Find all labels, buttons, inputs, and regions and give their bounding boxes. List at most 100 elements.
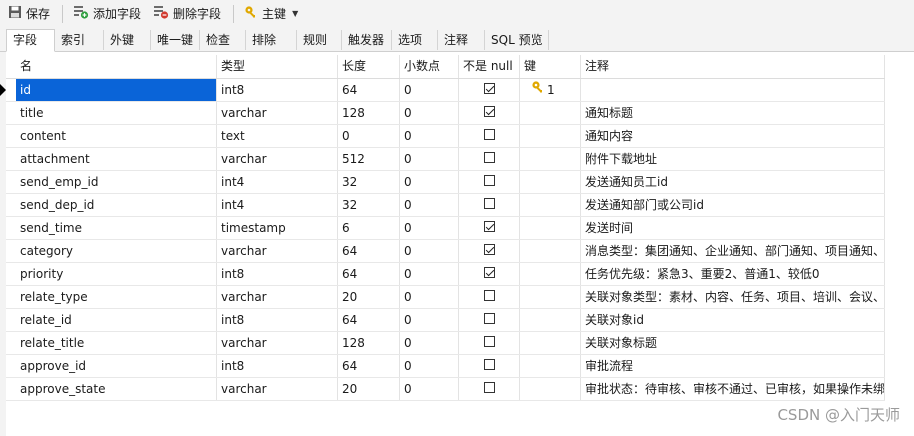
col-decimal-cell[interactable]: 0 [400, 102, 459, 124]
not-null-checkbox[interactable] [484, 152, 495, 163]
col-comment-cell[interactable]: 附件下载地址 [581, 148, 885, 170]
primary-key-button[interactable]: 主键 ▼ [240, 3, 302, 25]
tab-9[interactable]: 注释 [438, 30, 485, 50]
col-length-cell[interactable]: 64 [338, 355, 400, 377]
col-name-cell[interactable]: id [16, 79, 217, 101]
col-type-cell[interactable]: int8 [217, 79, 338, 101]
col-type-cell[interactable]: varchar [217, 148, 338, 170]
tab-6[interactable]: 规则 [297, 30, 342, 50]
col-comment-cell[interactable]: 关联对象类型：素材、内容、任务、项目、培训、会议、 [581, 286, 885, 308]
table-row[interactable]: attachment varchar 512 0 附件下载地址 [6, 148, 885, 171]
col-length-cell[interactable]: 20 [338, 286, 400, 308]
table-row[interactable]: approve_id int8 64 0 审批流程 [6, 355, 885, 378]
col-key-cell[interactable] [520, 194, 581, 216]
table-row[interactable]: approve_state varchar 20 0 审批状态：待审核、审核不通过、已审… [6, 378, 885, 401]
col-key-cell[interactable] [520, 148, 581, 170]
col-key-cell[interactable] [520, 125, 581, 147]
header-col-type[interactable]: 类型 [217, 55, 338, 78]
col-name-cell[interactable]: approve_state [16, 378, 217, 400]
dropdown-arrow-icon[interactable]: ▼ [292, 9, 298, 18]
col-type-cell[interactable]: timestamp [217, 217, 338, 239]
col-name-cell[interactable]: relate_title [16, 332, 217, 354]
col-name-cell[interactable]: category [16, 240, 217, 262]
col-key-cell[interactable] [520, 309, 581, 331]
col-comment-cell[interactable]: 通知内容 [581, 125, 885, 147]
col-key-cell[interactable]: 1 [520, 79, 581, 101]
col-key-cell[interactable] [520, 286, 581, 308]
table-row[interactable]: category varchar 64 0 消息类型：集团通知、企业通知、部门通知、项目… [6, 240, 885, 263]
tab-3[interactable]: 唯一键 [151, 30, 200, 50]
table-row[interactable]: relate_id int8 64 0 关联对象id [6, 309, 885, 332]
col-type-cell[interactable]: int8 [217, 355, 338, 377]
col-comment-cell[interactable]: 关联对象id [581, 309, 885, 331]
table-row[interactable]: priority int8 64 0 任务优先级：紧急3、重要2、普通1、较低0 [6, 263, 885, 286]
col-name-cell[interactable]: approve_id [16, 355, 217, 377]
col-type-cell[interactable]: int8 [217, 263, 338, 285]
delete-field-button[interactable]: 删除字段 [149, 3, 225, 25]
col-name-cell[interactable]: send_dep_id [16, 194, 217, 216]
col-name-cell[interactable]: relate_type [16, 286, 217, 308]
not-null-checkbox[interactable] [484, 313, 495, 324]
not-null-checkbox[interactable] [484, 290, 495, 301]
col-name-cell[interactable]: send_emp_id [16, 171, 217, 193]
not-null-checkbox[interactable] [484, 106, 495, 117]
col-comment-cell[interactable]: 消息类型：集团通知、企业通知、部门通知、项目通知、 [581, 240, 885, 262]
col-comment-cell[interactable]: 审批状态：待审核、审核不通过、已审核，如果操作未绑 [581, 378, 885, 400]
col-length-cell[interactable]: 32 [338, 194, 400, 216]
col-key-cell[interactable] [520, 332, 581, 354]
col-length-cell[interactable]: 512 [338, 148, 400, 170]
not-null-checkbox[interactable] [484, 83, 495, 94]
col-comment-cell[interactable]: 发送通知部门或公司id [581, 194, 885, 216]
col-decimal-cell[interactable]: 0 [400, 240, 459, 262]
not-null-checkbox[interactable] [484, 336, 495, 347]
col-length-cell[interactable]: 128 [338, 332, 400, 354]
col-name-cell[interactable]: attachment [16, 148, 217, 170]
table-row[interactable]: send_time timestamp 6 0 发送时间 [6, 217, 885, 240]
tab-10[interactable]: SQL 预览 [485, 30, 549, 50]
col-length-cell[interactable]: 128 [338, 102, 400, 124]
col-decimal-cell[interactable]: 0 [400, 263, 459, 285]
header-col-comment[interactable]: 注释 [581, 55, 885, 78]
col-decimal-cell[interactable]: 0 [400, 217, 459, 239]
col-type-cell[interactable]: text [217, 125, 338, 147]
col-key-cell[interactable] [520, 171, 581, 193]
col-decimal-cell[interactable]: 0 [400, 125, 459, 147]
not-null-checkbox[interactable] [484, 244, 495, 255]
table-row[interactable]: relate_type varchar 20 0 关联对象类型：素材、内容、任务、项目、… [6, 286, 885, 309]
tab-1[interactable]: 索引 [55, 30, 104, 50]
col-comment-cell[interactable] [581, 79, 885, 101]
col-length-cell[interactable]: 64 [338, 240, 400, 262]
not-null-checkbox[interactable] [484, 359, 495, 370]
col-name-cell[interactable]: relate_id [16, 309, 217, 331]
col-decimal-cell[interactable]: 0 [400, 79, 459, 101]
col-comment-cell[interactable]: 发送通知员工id [581, 171, 885, 193]
col-key-cell[interactable] [520, 102, 581, 124]
col-length-cell[interactable]: 20 [338, 378, 400, 400]
col-decimal-cell[interactable]: 0 [400, 148, 459, 170]
col-key-cell[interactable] [520, 263, 581, 285]
col-comment-cell[interactable]: 审批流程 [581, 355, 885, 377]
not-null-checkbox[interactable] [484, 198, 495, 209]
col-length-cell[interactable]: 32 [338, 171, 400, 193]
col-name-cell[interactable]: content [16, 125, 217, 147]
tab-4[interactable]: 检查 [200, 30, 246, 50]
col-comment-cell[interactable]: 发送时间 [581, 217, 885, 239]
table-row[interactable]: relate_title varchar 128 0 关联对象标题 [6, 332, 885, 355]
col-type-cell[interactable]: varchar [217, 332, 338, 354]
header-col-name[interactable]: 名 [16, 55, 217, 78]
save-button[interactable]: 保存 [4, 3, 54, 25]
table-row[interactable]: send_emp_id int4 32 0 发送通知员工id [6, 171, 885, 194]
col-decimal-cell[interactable]: 0 [400, 355, 459, 377]
col-name-cell[interactable]: title [16, 102, 217, 124]
header-col-length[interactable]: 长度 [338, 55, 400, 78]
add-field-button[interactable]: 添加字段 [69, 3, 145, 25]
header-col-decimal[interactable]: 小数点 [400, 55, 459, 78]
col-type-cell[interactable]: varchar [217, 240, 338, 262]
tab-5[interactable]: 排除 [246, 30, 297, 50]
tab-0[interactable]: 字段 [6, 29, 55, 52]
col-length-cell[interactable]: 0 [338, 125, 400, 147]
col-comment-cell[interactable]: 任务优先级：紧急3、重要2、普通1、较低0 [581, 263, 885, 285]
col-length-cell[interactable]: 64 [338, 79, 400, 101]
tab-2[interactable]: 外键 [104, 30, 151, 50]
col-key-cell[interactable] [520, 378, 581, 400]
